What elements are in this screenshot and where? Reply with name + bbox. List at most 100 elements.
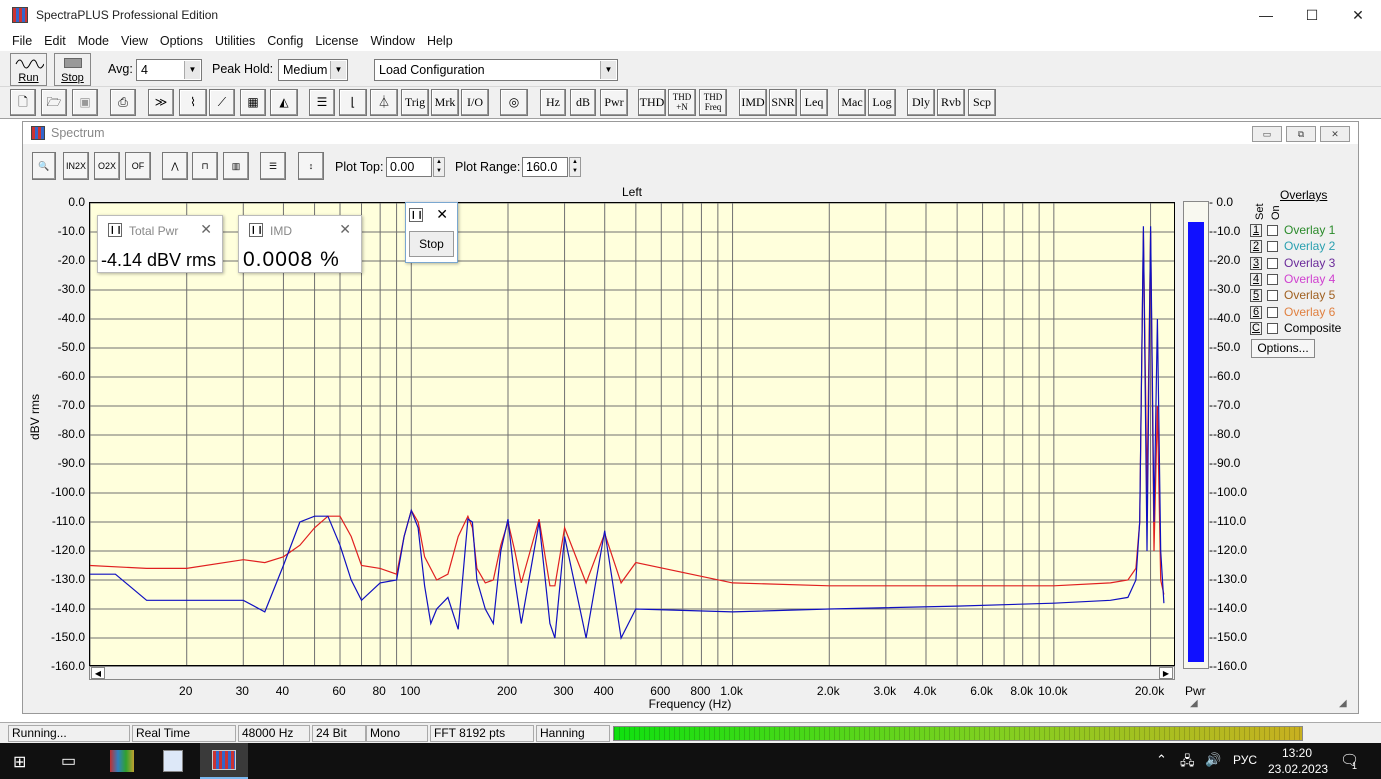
image-viewer-icon[interactable] xyxy=(163,750,183,772)
sine-icon[interactable]: ◎ xyxy=(500,89,528,116)
pause-icon[interactable]: ❙❙ xyxy=(108,223,122,237)
close-button[interactable]: ✕ xyxy=(1335,0,1381,30)
overlay-on-checkbox[interactable] xyxy=(1267,257,1278,269)
overlay-on-checkbox[interactable] xyxy=(1267,322,1278,334)
log-button[interactable]: Log xyxy=(868,89,896,116)
menu-options[interactable]: Options xyxy=(154,34,209,48)
menu-utilities[interactable]: Utilities xyxy=(209,34,261,48)
pause-icon[interactable]: ❙❙ xyxy=(249,223,263,237)
menu-view[interactable]: View xyxy=(115,34,154,48)
mdi-close-button[interactable]: ✕ xyxy=(1320,126,1350,142)
imd-button[interactable]: IMD xyxy=(739,89,767,116)
overlay-set-button[interactable]: 3 xyxy=(1250,256,1262,270)
close-icon[interactable]: ✕ xyxy=(200,221,212,238)
tray-chevron-up-icon[interactable]: ⌃ xyxy=(1156,752,1167,768)
horizontal-scrollbar[interactable]: ◀ ▶ xyxy=(89,666,1175,680)
line-icon[interactable]: ⋀ xyxy=(162,152,188,180)
mac-button[interactable]: Mac xyxy=(838,89,866,116)
maximize-button[interactable]: ☐ xyxy=(1289,0,1335,30)
hz-button[interactable]: Hz xyxy=(540,89,566,116)
menu-config[interactable]: Config xyxy=(261,34,309,48)
menu-license[interactable]: License xyxy=(309,34,364,48)
windows-start-icon[interactable]: ⊞ xyxy=(13,752,26,772)
scroll-right-icon[interactable]: ▶ xyxy=(1159,667,1173,679)
overlay-set-button[interactable]: 5 xyxy=(1250,289,1262,303)
menu-mode[interactable]: Mode xyxy=(72,34,115,48)
print-icon[interactable]: ⎙ xyxy=(110,89,136,116)
zoom-out-2x-icon[interactable]: O2X xyxy=(94,152,120,180)
scp-button[interactable]: Scp xyxy=(968,89,996,116)
clock-date[interactable]: 23.02.2023 xyxy=(1268,762,1328,776)
overlay-on-checkbox[interactable] xyxy=(1267,273,1278,285)
overlay-on-checkbox[interactable] xyxy=(1267,225,1278,236)
bars-icon[interactable]: ▥ xyxy=(223,152,249,180)
overlay-set-button[interactable]: 2 xyxy=(1250,240,1262,254)
task-view-icon[interactable]: ▭ xyxy=(61,751,76,771)
pause-icon[interactable]: ❙❙ xyxy=(409,208,423,222)
rvb-button[interactable]: Rvb xyxy=(937,89,965,116)
3d-icon[interactable]: ◭ xyxy=(270,89,298,116)
pwr-button[interactable]: Pwr xyxy=(600,89,628,116)
plot-top-spinner[interactable]: ▲ ▼ xyxy=(433,157,445,177)
trig-button[interactable]: Trig xyxy=(401,89,429,116)
plot-range-input[interactable]: 160.0 xyxy=(522,157,568,177)
zoom-out-full-icon[interactable]: OF xyxy=(125,152,151,180)
mrk-button[interactable]: Mrk xyxy=(431,89,459,116)
menu-window[interactable]: Window xyxy=(364,34,420,48)
run-button[interactable]: Run xyxy=(10,53,47,86)
overlay-set-button[interactable]: 1 xyxy=(1250,224,1262,237)
mdi-minimize-button[interactable]: ▭ xyxy=(1252,126,1282,142)
plot-range-spinner[interactable]: ▲ ▼ xyxy=(569,157,581,177)
menu-edit[interactable]: Edit xyxy=(38,34,72,48)
dly-button[interactable]: Dly xyxy=(907,89,935,116)
bracket-icon[interactable]: ⌊ xyxy=(339,89,367,116)
zoom-in-2x-icon[interactable]: IN2X xyxy=(63,152,89,180)
menu-file[interactable]: File xyxy=(6,34,38,48)
stop-button[interactable]: Stop xyxy=(54,53,91,86)
open-icon[interactable]: 🗁 xyxy=(41,89,67,116)
resize-grip-icon[interactable]: ◢ xyxy=(1190,698,1198,709)
close-icon[interactable]: ✕ xyxy=(436,206,448,223)
mdi-restore-button[interactable]: ⧉ xyxy=(1286,126,1316,142)
snr-button[interactable]: SNR xyxy=(769,89,797,116)
spectrogram-icon[interactable]: ▦ xyxy=(240,89,266,116)
scroll-left-icon[interactable]: ◀ xyxy=(91,667,105,679)
plot-top-input[interactable]: 0.00 xyxy=(386,157,432,177)
list-icon[interactable]: ☰ xyxy=(260,152,286,180)
overlay-set-button[interactable]: 6 xyxy=(1250,305,1262,319)
overlay-on-checkbox[interactable] xyxy=(1267,290,1278,302)
close-icon[interactable]: ✕ xyxy=(339,221,351,238)
thd-n-button[interactable]: THD +N xyxy=(668,89,696,116)
db-button[interactable]: dB xyxy=(570,89,596,116)
clock-time[interactable]: 13:20 xyxy=(1282,746,1312,760)
spectraplus-task[interactable] xyxy=(200,743,248,779)
tone-icon[interactable]: ⏃ xyxy=(370,89,398,116)
options-button[interactable]: Options... xyxy=(1251,339,1315,358)
menu-help[interactable]: Help xyxy=(421,34,459,48)
overlay-set-button[interactable]: 4 xyxy=(1250,272,1262,286)
overlay-on-checkbox[interactable] xyxy=(1267,306,1278,318)
overlay-on-checkbox[interactable] xyxy=(1267,241,1278,253)
step-icon[interactable]: ⊓ xyxy=(192,152,218,180)
ramp-icon[interactable]: ⟋ xyxy=(209,89,235,116)
forward-icon[interactable]: ≫ xyxy=(148,89,174,116)
language-indicator[interactable]: РУС xyxy=(1233,753,1257,767)
resize-grip-icon[interactable]: ◢ xyxy=(1339,698,1347,709)
config-select[interactable]: Load Configuration ▼ xyxy=(374,59,618,81)
view-icon[interactable]: ☰ xyxy=(309,89,335,116)
popup-stop-button[interactable]: Stop xyxy=(409,231,454,257)
minimize-button[interactable]: — xyxy=(1243,0,1289,30)
thd-freq-button[interactable]: THD Freq xyxy=(699,89,727,116)
network-icon[interactable]: 🖧 xyxy=(1180,752,1195,774)
overlay-set-button[interactable]: C xyxy=(1250,321,1262,335)
zoom-icon[interactable]: 🔍 xyxy=(32,152,56,180)
volume-icon[interactable]: 🔊 xyxy=(1205,752,1221,768)
io-button[interactable]: I/O xyxy=(461,89,489,116)
scope-icon[interactable]: ⌇ xyxy=(179,89,207,116)
save-icon[interactable]: ▣ xyxy=(72,89,98,116)
winrar-icon[interactable] xyxy=(110,750,134,772)
leq-button[interactable]: Leq xyxy=(800,89,828,116)
peak-hold-select[interactable]: Medium ▼ xyxy=(278,59,348,81)
new-icon[interactable]: 🗋 xyxy=(10,89,36,116)
thd-button[interactable]: THD xyxy=(638,89,666,116)
